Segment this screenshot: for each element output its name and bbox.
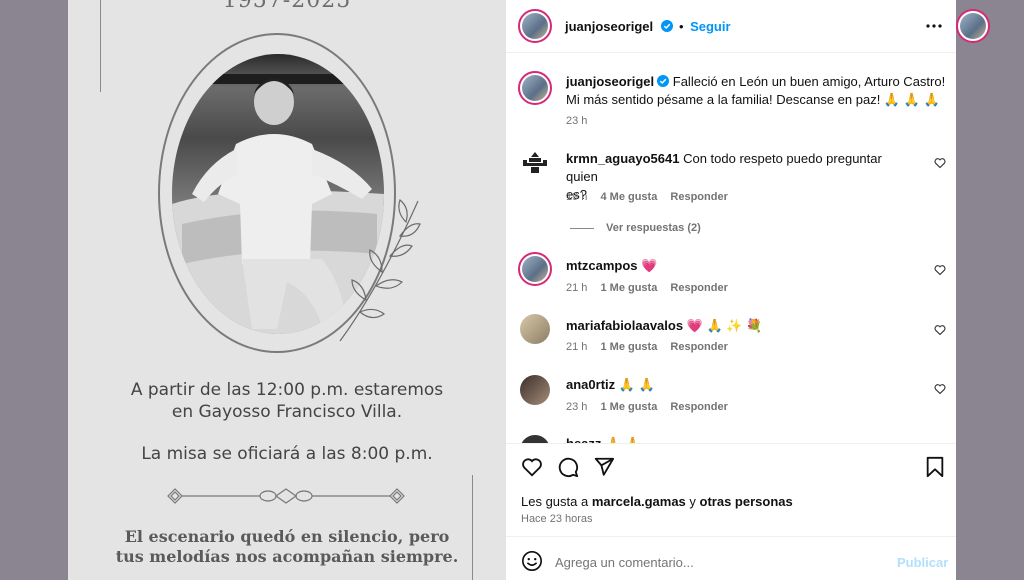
comment-meta: 21 h 1 Me gusta Responder — [566, 282, 728, 294]
comment-input[interactable] — [553, 552, 877, 572]
comment-time: 23 h — [566, 401, 588, 413]
verified-icon — [657, 75, 670, 87]
comment-meta: 21 h 1 Me gusta Responder — [566, 341, 728, 353]
comment-heart-icon[interactable] — [934, 157, 946, 169]
commenter-avatar[interactable] — [518, 252, 552, 286]
author-line: juanjoseorigel • Seguir — [565, 18, 731, 36]
caption-text-2: Mi más sentido pésame a la familia! Desc… — [566, 92, 940, 107]
caption-text-1: Falleció en León un buen amigo, Arturo C… — [672, 74, 946, 89]
commenter-avatar[interactable] — [520, 148, 550, 178]
commenter-avatar[interactable] — [520, 435, 550, 443]
tribute-line-2: tus melodías nos acompañan siempre. — [115, 547, 459, 566]
author-username[interactable]: juanjoseorigel — [565, 19, 653, 34]
commenter-avatar[interactable] — [520, 314, 550, 344]
comment-heart-icon[interactable] — [934, 383, 946, 395]
bookmark-icon[interactable] — [924, 456, 946, 478]
likes-user[interactable]: marcela.gamas — [592, 494, 686, 509]
share-icon[interactable] — [593, 456, 615, 478]
comment-text: 💗 🙏 ✨ 💐 — [686, 318, 763, 333]
publish-button[interactable]: Publicar — [897, 555, 948, 570]
schedule-line-2: en Gayosso Francisco Villa. — [171, 402, 403, 422]
comment-likes[interactable]: 1 Me gusta — [600, 401, 657, 413]
comment-meta: 19 h 4 Me gusta Responder — [566, 191, 728, 203]
comment-5-clip: heazz 🙏 🙏 — [506, 432, 956, 443]
reply-button[interactable]: Responder — [670, 401, 727, 413]
comment-likes[interactable]: 1 Me gusta — [600, 282, 657, 294]
separator-dot: • — [679, 19, 684, 34]
post-image[interactable]: 1957-2025 A partir de las 12:00 p.m. est… — [68, 0, 506, 580]
comment-heart-icon[interactable] — [934, 324, 946, 336]
post-time: Hace 23 horas — [521, 513, 593, 525]
author-avatar[interactable] — [956, 9, 990, 43]
likes-middle: y — [685, 494, 700, 509]
replies-line — [570, 228, 594, 229]
more-icon[interactable] — [925, 20, 943, 32]
memorial-years: 1957-2025 — [222, 0, 352, 13]
comment-2: mtzcampos 💗 — [566, 257, 657, 275]
comment-likes[interactable]: 1 Me gusta — [600, 341, 657, 353]
reply-button[interactable]: Responder — [670, 341, 727, 353]
comment-username[interactable]: krmn_aguayo5641 — [566, 151, 679, 166]
commenter-avatar[interactable] — [520, 375, 550, 405]
mass-time: La misa se oficiará a las 8:00 p.m. — [141, 444, 433, 464]
comment-username[interactable]: ana0rtiz — [566, 377, 615, 392]
comment-meta: 23 h 1 Me gusta Responder — [566, 401, 728, 413]
tribute-line-1: El escenario quedó en silencio, pero — [124, 527, 450, 546]
comment-3: mariafabiolaavalos 💗 🙏 ✨ 💐 — [566, 317, 762, 335]
caption-username[interactable]: juanjoseorigel — [566, 74, 654, 89]
comment-4: ana0rtiz 🙏 🙏 — [566, 376, 655, 394]
likes-others[interactable]: otras personas — [700, 494, 793, 509]
divider-ornament — [167, 488, 405, 504]
comment-username[interactable]: mtzcampos — [566, 258, 638, 273]
comment-text: 🙏 🙏 — [605, 436, 641, 443]
reply-button[interactable]: Responder — [670, 191, 727, 203]
likes-prefix: Les gusta a — [521, 494, 592, 509]
follow-button[interactable]: Seguir — [690, 19, 730, 34]
emoji-icon[interactable] — [521, 550, 543, 572]
caption-time: 23 h — [566, 115, 588, 127]
comment-5: heazz 🙏 🙏 — [566, 435, 641, 443]
author-avatar[interactable] — [518, 9, 552, 43]
leaf-ornament — [339, 198, 421, 342]
caption-avatar[interactable] — [518, 71, 552, 105]
view-replies-button[interactable]: Ver respuestas (2) — [606, 222, 701, 234]
comment-time: 21 h — [566, 341, 588, 353]
likes-summary: Les gusta a marcela.gamas y otras person… — [521, 494, 793, 509]
caption: juanjoseorigel Falleció en León un buen … — [566, 73, 946, 109]
comment-likes[interactable]: 4 Me gusta — [600, 191, 657, 203]
tribute-text: El escenario quedó en silencio, pero tus… — [68, 527, 506, 567]
reply-button[interactable]: Responder — [670, 282, 727, 294]
schedule-line-1: A partir de las 12:00 p.m. estaremos — [130, 380, 444, 400]
verified-icon — [660, 20, 673, 32]
comment-username[interactable]: heazz — [566, 436, 601, 443]
heart-icon[interactable] — [521, 456, 543, 478]
comment-time: 19 h — [566, 191, 588, 203]
comment-username[interactable]: mariafabiolaavalos — [566, 318, 683, 333]
actions-divider — [506, 443, 956, 444]
header-divider — [506, 52, 956, 53]
comment-icon[interactable] — [557, 456, 579, 478]
decorative-line — [100, 0, 101, 92]
decorative-line — [472, 475, 473, 580]
comment-heart-icon[interactable] — [934, 264, 946, 276]
comment-text: 🙏 🙏 — [618, 377, 655, 392]
comment-text: 💗 — [641, 258, 658, 273]
comment-time: 21 h — [566, 282, 588, 294]
composer-divider — [506, 536, 956, 537]
